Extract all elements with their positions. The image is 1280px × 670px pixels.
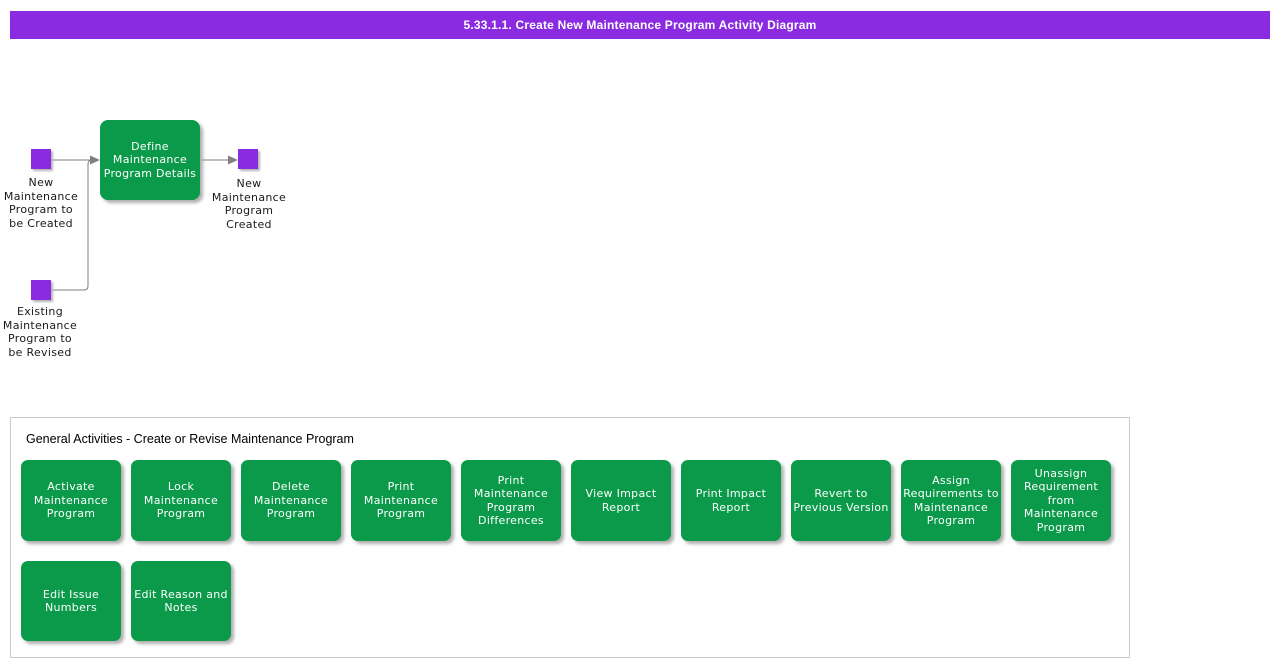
button-activate-maintenance-program[interactable]: Activate Maintenance Program (21, 460, 121, 541)
button-label: Edit Issue Numbers (21, 588, 121, 615)
button-revert-to-previous-version[interactable]: Revert to Previous Version (791, 460, 891, 541)
start-node-existing-program-label: Existing Maintenance Program to be Revis… (0, 305, 86, 359)
start-node-existing-program-icon (31, 280, 51, 300)
button-unassign-requirement-from-maintenance-program[interactable]: Unassign Requirement from Maintenance Pr… (1011, 460, 1111, 541)
title-bar: 5.33.1.1. Create New Maintenance Program… (10, 11, 1270, 39)
button-edit-reason-and-notes[interactable]: Edit Reason and Notes (131, 561, 231, 641)
button-print-maintenance-program[interactable]: Print Maintenance Program (351, 460, 451, 541)
page-title: 5.33.1.1. Create New Maintenance Program… (463, 18, 816, 32)
arrowhead-into-created (228, 156, 238, 165)
button-label: Lock Maintenance Program (131, 480, 231, 521)
button-view-impact-report[interactable]: View Impact Report (571, 460, 671, 541)
start-node-new-program-label: New Maintenance Program to be Created (0, 176, 87, 230)
activity-define-maintenance-program-details[interactable]: Define Maintenance Program Details (100, 120, 200, 200)
button-label: Unassign Requirement from Maintenance Pr… (1011, 467, 1111, 535)
button-label: Edit Reason and Notes (131, 588, 231, 615)
button-label: Print Maintenance Program Differences (461, 474, 561, 528)
button-label: Delete Maintenance Program (241, 480, 341, 521)
button-edit-issue-numbers[interactable]: Edit Issue Numbers (21, 561, 121, 641)
button-print-maintenance-program-differences[interactable]: Print Maintenance Program Differences (461, 460, 561, 541)
button-label: View Impact Report (571, 487, 671, 514)
general-activities-panel-title: General Activities - Create or Revise Ma… (26, 432, 354, 446)
button-label: Print Impact Report (681, 487, 781, 514)
start-node-new-program-icon (31, 149, 51, 169)
button-assign-requirements-to-maintenance-program[interactable]: Assign Requirements to Maintenance Progr… (901, 460, 1001, 541)
button-lock-maintenance-program[interactable]: Lock Maintenance Program (131, 460, 231, 541)
end-node-program-created-icon (238, 149, 258, 169)
button-label: Print Maintenance Program (351, 480, 451, 521)
general-activities-panel: General Activities - Create or Revise Ma… (10, 417, 1130, 658)
button-delete-maintenance-program[interactable]: Delete Maintenance Program (241, 460, 341, 541)
end-node-program-created-label: New Maintenance Program Created (203, 177, 295, 231)
arrowhead-into-activity (90, 156, 100, 165)
activity-diagram-page: 5.33.1.1. Create New Maintenance Program… (0, 0, 1280, 670)
activity-label: Define Maintenance Program Details (100, 140, 200, 181)
button-print-impact-report[interactable]: Print Impact Report (681, 460, 781, 541)
button-label: Revert to Previous Version (791, 487, 891, 514)
button-label: Activate Maintenance Program (21, 480, 121, 521)
button-label: Assign Requirements to Maintenance Progr… (901, 474, 1001, 528)
